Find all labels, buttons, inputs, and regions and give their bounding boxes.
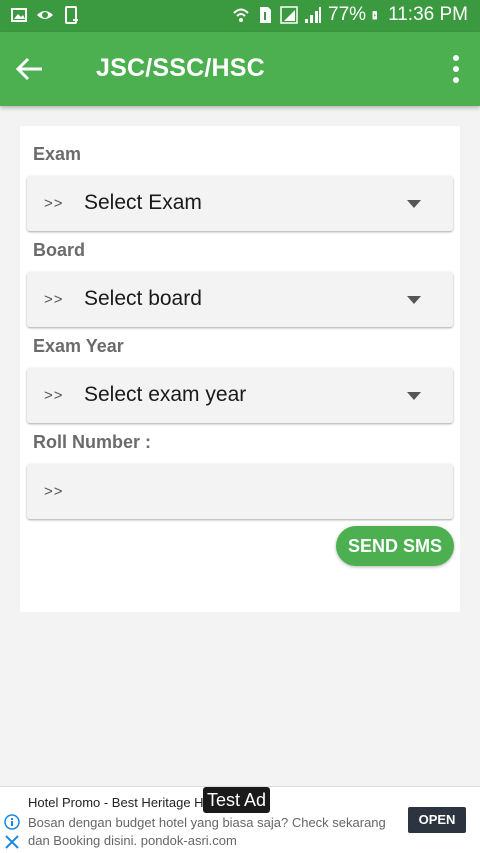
signal-icon <box>280 6 298 24</box>
sim-card-icon <box>260 7 272 23</box>
notification-icons <box>10 6 80 24</box>
exam-year-select[interactable]: >> Select exam year <box>27 368 453 423</box>
exam-prefix: >> <box>44 195 64 212</box>
form-card: Exam >> Select Exam Board >> Select boar… <box>20 126 460 612</box>
back-arrow-icon[interactable] <box>14 54 50 84</box>
dropdown-arrow-icon <box>407 200 421 208</box>
close-icon[interactable] <box>5 835 19 849</box>
status-bar: 77% 11:36 PM <box>0 0 480 32</box>
phone-icon <box>65 6 78 24</box>
battery-percent: 77% <box>328 4 367 25</box>
system-indicators: 77% 11:36 PM <box>232 4 468 26</box>
board-selected-value: Select board <box>84 287 202 310</box>
signal-bars-icon <box>305 7 322 23</box>
board-label: Board <box>33 240 86 260</box>
send-sms-button[interactable]: SEND SMS <box>336 526 454 566</box>
eye-icon <box>37 11 53 19</box>
exam-label: Exam <box>33 144 82 164</box>
app-bar: JSC/SSC/HSC <box>0 32 480 106</box>
more-vertical-icon[interactable] <box>446 52 466 86</box>
ad-description: Bosan dengan budget hotel yang biasa saj… <box>28 815 386 848</box>
roll-number-input[interactable]: >> <box>27 464 453 519</box>
roll-number-prefix: >> <box>44 483 64 500</box>
dropdown-arrow-icon <box>407 296 421 304</box>
wifi-icon <box>233 8 249 22</box>
roll-number-label: Roll Number : <box>33 432 152 452</box>
exam-select[interactable]: >> Select Exam <box>27 176 453 231</box>
ad-title-text: Hotel Promo - Best Heritage H <box>28 795 204 810</box>
exam-year-label: Exam Year <box>33 336 124 356</box>
info-icon[interactable] <box>4 814 20 830</box>
battery-charging-icon <box>372 11 378 20</box>
board-prefix: >> <box>44 291 64 308</box>
image-icon <box>11 8 27 22</box>
page-title: JSC/SSC/HSC <box>96 54 265 82</box>
board-select[interactable]: >> Select board <box>27 272 453 327</box>
dropdown-arrow-icon <box>407 392 421 400</box>
exam-year-prefix: >> <box>44 387 64 404</box>
exam-year-selected-value: Select exam year <box>84 383 247 406</box>
ad-open-button[interactable]: OPEN <box>408 807 466 833</box>
clock: 11:36 PM <box>388 4 468 25</box>
test-ad-badge: Test Ad <box>203 787 271 813</box>
exam-selected-value: Select Exam <box>84 191 202 214</box>
